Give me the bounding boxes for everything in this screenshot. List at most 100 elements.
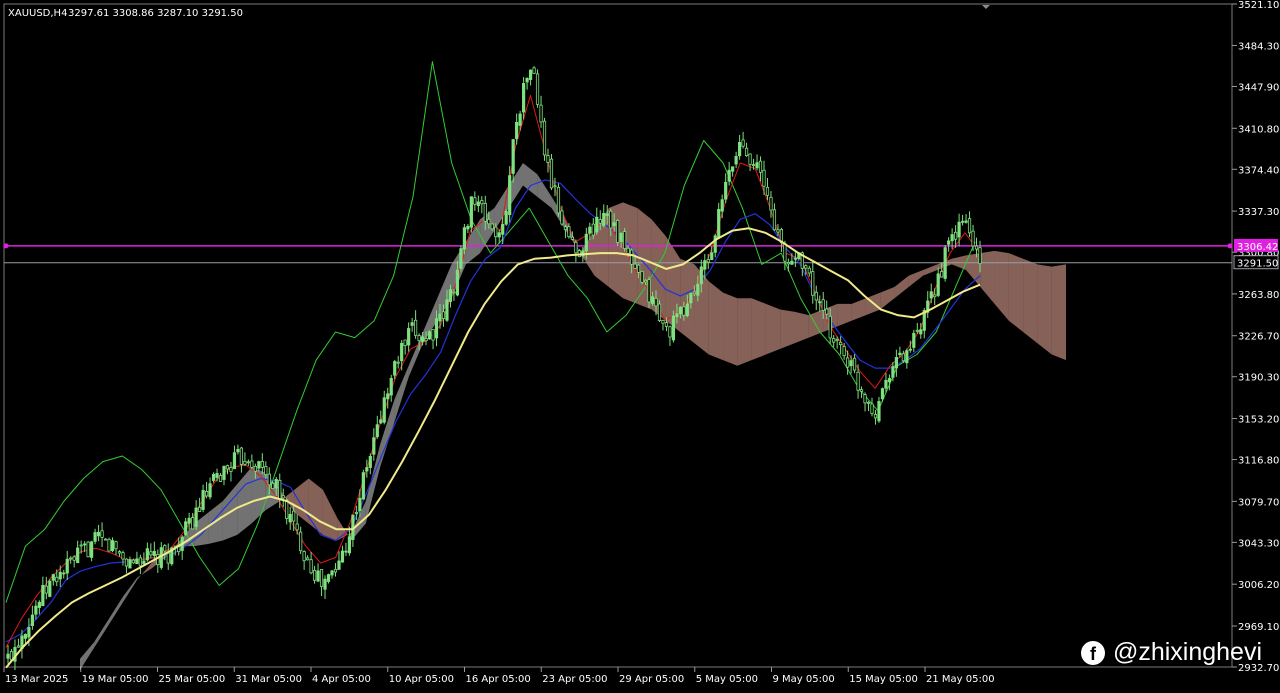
candle-body-233	[818, 301, 822, 304]
candle-body-115	[407, 328, 411, 346]
candle-body-155	[546, 155, 550, 163]
candle-body-191	[671, 315, 676, 341]
cloud-segment-45	[723, 292, 738, 366]
candle-body-86	[306, 557, 310, 561]
candle-body-37	[135, 558, 139, 565]
candle-body-145	[511, 139, 515, 174]
x-tick-label-4: 4 Apr 05:00	[312, 674, 371, 685]
candle-body-171	[602, 212, 606, 226]
price-line-handle[interactable]	[3, 243, 9, 249]
candle-body-38	[138, 557, 142, 567]
candle-body-182	[640, 270, 644, 283]
cloud-segment-3	[122, 577, 138, 603]
ohlc-readout: 3297.61 3308.86 3287.10 3291.50	[68, 8, 243, 19]
candle-body-29	[107, 538, 111, 552]
candle-body-14	[55, 576, 59, 583]
candle-body-208	[731, 166, 735, 172]
candle-body-119	[420, 336, 425, 342]
facebook-icon: f	[1080, 640, 1105, 665]
cloud-segment-21	[380, 399, 395, 468]
candle-body-105	[372, 437, 376, 455]
candle-body-56	[201, 490, 205, 510]
candle-body-44	[159, 547, 163, 568]
candle-body-194	[682, 306, 686, 316]
candle-body-31	[114, 541, 118, 550]
cloud-segment-12	[251, 467, 266, 524]
candle-body-84	[299, 531, 303, 552]
candle-body-82	[292, 510, 296, 522]
candle-body-152	[535, 73, 540, 105]
candle-body-225	[790, 260, 794, 265]
candle-body-247	[866, 401, 871, 404]
cloud-segment-58	[908, 270, 924, 287]
candle-body-127	[448, 289, 453, 302]
candle-body-32	[117, 551, 122, 554]
candle-body-259	[908, 348, 912, 351]
y-tick-label-5: 3337.30	[1238, 207, 1279, 218]
x-tick-label-10: 9 May 05:00	[773, 674, 835, 685]
y-tick-label-9: 3190.30	[1238, 373, 1279, 384]
candle-body-6	[27, 627, 31, 638]
candle-body-19	[72, 556, 76, 561]
chart-canvas[interactable]: 3521.10 3484.30 3447.90 3410.80 3374.40 3337.…	[0, 0, 1280, 689]
cloud-segment-31	[522, 162, 538, 197]
candle-body-98	[347, 536, 352, 554]
price-chart[interactable]: 3521.10 3484.30 3447.90 3410.80 3374.40 3337.…	[0, 0, 1280, 689]
candle-body-211	[741, 139, 745, 147]
candle-body-96	[340, 550, 345, 563]
candle-body-159	[560, 210, 564, 225]
candle-body-33	[121, 552, 125, 560]
candle-body-110	[389, 378, 393, 396]
price-line-handle-right[interactable]	[1227, 243, 1233, 249]
candle-body-42	[152, 550, 156, 556]
candle-body-53	[191, 517, 195, 530]
watermark: f @zhixinghevi	[1080, 638, 1262, 667]
candle-body-76	[271, 482, 275, 489]
candle-body-136	[480, 200, 484, 205]
candle-body-168	[591, 223, 595, 236]
candle-body-80	[285, 499, 289, 519]
cloud-segment-44	[708, 281, 724, 361]
cloud-segment-2	[108, 596, 123, 625]
candle-body-210	[738, 142, 742, 157]
candle-body-36	[131, 559, 136, 564]
candle-body-46	[166, 552, 170, 564]
candle-body-248	[870, 403, 874, 415]
candle-body-52	[187, 517, 191, 524]
candle-body-81	[288, 513, 292, 523]
candle-body-79	[281, 495, 285, 499]
cloud-segment-47	[751, 298, 766, 361]
candle-body-157	[553, 185, 557, 188]
candle-body-15	[58, 571, 62, 580]
candle-body-209	[734, 156, 738, 165]
y-tick-label-3: 3410.80	[1238, 124, 1279, 135]
candle-body-132	[466, 225, 470, 230]
candle-body-174	[612, 222, 616, 227]
candle-body-13	[51, 574, 55, 581]
candle-body-23	[86, 541, 90, 558]
candle-body-77	[274, 479, 278, 489]
candle-body-197	[692, 291, 696, 295]
y-tick-label-12: 3079.70	[1238, 497, 1279, 508]
cloud-segment-17	[322, 489, 338, 541]
candle-body-267	[936, 273, 940, 296]
candle-body-195	[685, 303, 689, 317]
candle-body-123	[434, 318, 439, 339]
candle-body-181	[636, 264, 641, 273]
candle-body-18	[69, 557, 73, 560]
candle-body-153	[539, 104, 543, 123]
candle-body-125	[441, 311, 446, 319]
candle-body-253	[887, 378, 892, 383]
candle-body-231	[811, 271, 815, 296]
candle-body-249	[873, 414, 878, 419]
cloud-segment-15	[294, 478, 309, 524]
candle-body-28	[103, 538, 108, 541]
cloud-segment-22	[394, 365, 409, 423]
candle-body-254	[891, 366, 895, 378]
candle-body-173	[609, 210, 613, 229]
candle-body-169	[595, 216, 599, 233]
moving-average-line	[5, 227, 981, 669]
y-tick-label-10: 3153.20	[1238, 415, 1279, 426]
candle-body-266	[933, 294, 937, 298]
candle-body-176	[619, 232, 623, 242]
